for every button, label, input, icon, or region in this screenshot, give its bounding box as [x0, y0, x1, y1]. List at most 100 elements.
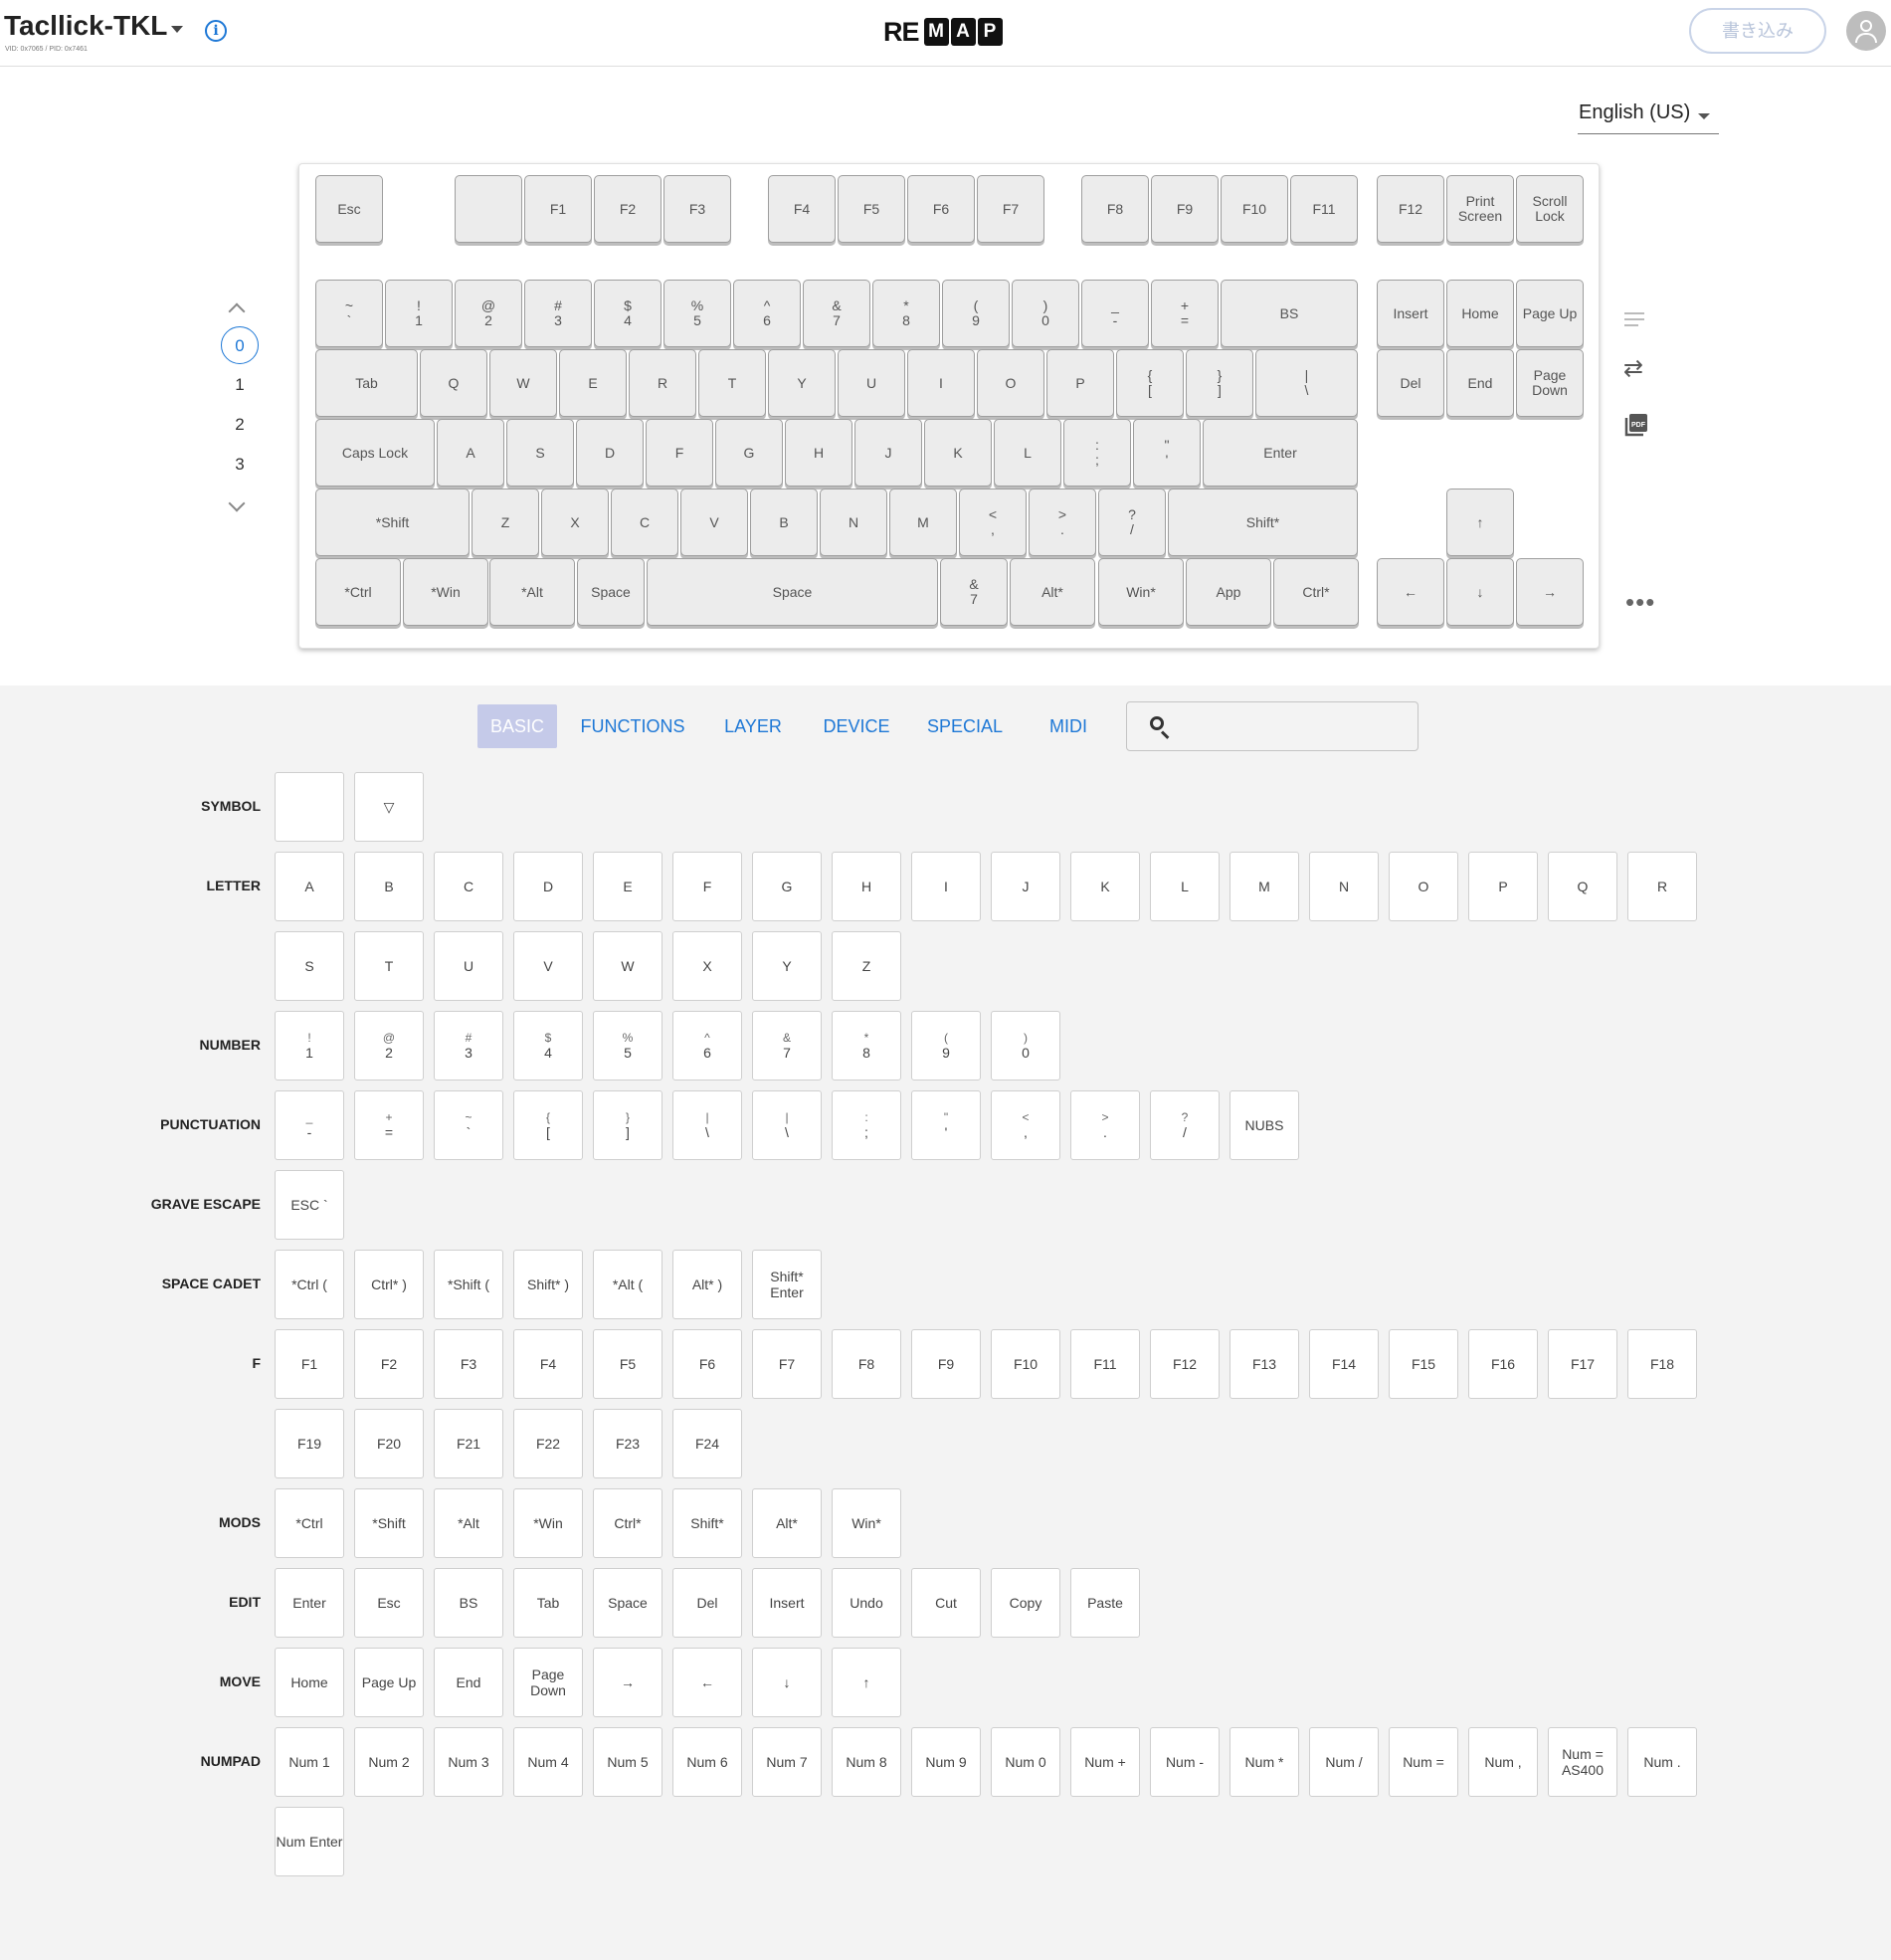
palette-key[interactable]: Num = — [1389, 1727, 1458, 1797]
palette-key[interactable]: P — [1468, 852, 1538, 921]
keyboard-key[interactable]: → — [1516, 558, 1584, 626]
palette-key[interactable]: | \ — [672, 1090, 742, 1160]
palette-key[interactable]: Alt* ) — [672, 1250, 742, 1319]
keyboard-key[interactable]: ↑ — [1446, 489, 1514, 556]
keyboard-key[interactable]: Space — [647, 558, 938, 626]
palette-key[interactable]: F2 — [354, 1329, 424, 1399]
keyboard-key[interactable]: ! 1 — [385, 280, 453, 347]
palette-key[interactable]: F12 — [1150, 1329, 1220, 1399]
keyboard-key[interactable]: % 5 — [663, 280, 731, 347]
palette-key[interactable]: Num 0 — [991, 1727, 1060, 1797]
info-icon[interactable]: i — [205, 20, 227, 42]
palette-key[interactable]: F21 — [434, 1409, 503, 1478]
keyboard-key[interactable]: }] — [1186, 349, 1253, 417]
keyboard-key[interactable]: *Alt — [489, 558, 575, 626]
keyboard-key[interactable]: >. — [1029, 489, 1096, 556]
keyboard-name[interactable]: Tacllick-TKL — [4, 10, 167, 42]
palette-key[interactable]: Num 1 — [275, 1727, 344, 1797]
palette-key[interactable]: ▽ — [354, 772, 424, 842]
palette-key[interactable]: Copy — [991, 1568, 1060, 1638]
keyboard-key[interactable]: J — [854, 419, 922, 487]
keyboard-key[interactable]: Q — [420, 349, 487, 417]
keyboard-key[interactable]: Insert — [1377, 280, 1444, 347]
tab-midi[interactable]: MIDI — [1039, 704, 1098, 748]
palette-key[interactable]: U — [434, 931, 503, 1001]
palette-key[interactable]: (9 — [911, 1011, 981, 1080]
keyboard-key[interactable]: X — [541, 489, 609, 556]
palette-key[interactable]: F6 — [672, 1329, 742, 1399]
palette-key[interactable]: ← — [672, 1648, 742, 1717]
palette-key[interactable]: ! 1 — [275, 1011, 344, 1080]
layer-up-icon[interactable] — [228, 302, 246, 320]
palette-key[interactable]: Num / — [1309, 1727, 1379, 1797]
palette-key[interactable]: Shift* ) — [513, 1250, 583, 1319]
palette-key[interactable]: ~ ` — [434, 1090, 503, 1160]
palette-key[interactable]: | \ — [752, 1090, 822, 1160]
keyboard-key[interactable]: Win* — [1098, 558, 1184, 626]
palette-key[interactable]: V — [513, 931, 583, 1001]
palette-key[interactable]: *Shift ( — [434, 1250, 503, 1319]
palette-key[interactable]: Enter — [275, 1568, 344, 1638]
keyboard-key[interactable]: F2 — [594, 175, 662, 243]
palette-key[interactable]: F23 — [593, 1409, 662, 1478]
keyboard-key[interactable]: ? / — [1098, 489, 1166, 556]
pdf-icon[interactable]: PDF — [1623, 412, 1653, 438]
keyboard-key[interactable]: Page Down — [1516, 349, 1584, 417]
layer-down-icon[interactable] — [228, 494, 246, 512]
keyboard-key[interactable]: + = — [1151, 280, 1219, 347]
palette-key[interactable]: O — [1389, 852, 1458, 921]
keyboard-key[interactable]: & 7 — [803, 280, 870, 347]
keyboard-key[interactable]: *Shift — [315, 489, 470, 556]
palette-key[interactable]: F24 — [672, 1409, 742, 1478]
palette-key[interactable]: R — [1627, 852, 1697, 921]
palette-key[interactable]: Esc — [354, 1568, 424, 1638]
palette-key[interactable]: Z — [832, 931, 901, 1001]
palette-key[interactable]: % 5 — [593, 1011, 662, 1080]
keyboard-key[interactable]: Home — [1446, 280, 1514, 347]
palette-key[interactable]: N — [1309, 852, 1379, 921]
keyboard-key[interactable]: F4 — [768, 175, 836, 243]
keyboard-key[interactable]: ) 0 — [1012, 280, 1079, 347]
palette-key[interactable]: Num . — [1627, 1727, 1697, 1797]
keyboard-key[interactable]: Z — [472, 489, 539, 556]
keyboard-key[interactable]: R — [629, 349, 696, 417]
palette-key[interactable]: *Shift — [354, 1488, 424, 1558]
keyboard-key[interactable]: * 8 — [872, 280, 940, 347]
palette-key[interactable]: Num + — [1070, 1727, 1140, 1797]
palette-key[interactable]: Q — [1548, 852, 1617, 921]
keyboard-key[interactable]: O — [977, 349, 1044, 417]
palette-key[interactable]: NUBS — [1229, 1090, 1299, 1160]
keyboard-key[interactable]: (9 — [942, 280, 1010, 347]
keyboard-key[interactable]: Del — [1377, 349, 1444, 417]
keyboard-key[interactable]: G — [715, 419, 783, 487]
palette-key[interactable]: Num - — [1150, 1727, 1220, 1797]
keyboard-key[interactable]: @2 — [455, 280, 522, 347]
palette-key[interactable]: F7 — [752, 1329, 822, 1399]
palette-key[interactable]: Page Up — [354, 1648, 424, 1717]
keyboard-key[interactable]: <, — [959, 489, 1027, 556]
keyboard-key[interactable]: $4 — [594, 280, 662, 347]
keyboard-key[interactable]: Y — [768, 349, 836, 417]
palette-key[interactable]: *Ctrl ( — [275, 1250, 344, 1319]
keyboard-key[interactable]: C — [611, 489, 678, 556]
keyboard-key[interactable]: V — [680, 489, 748, 556]
search-field[interactable] — [1126, 701, 1418, 751]
palette-key[interactable]: Num 6 — [672, 1727, 742, 1797]
keyboard-key[interactable]: End — [1446, 349, 1514, 417]
palette-key[interactable]: W — [593, 931, 662, 1001]
keyboard-key[interactable]: | \ — [1255, 349, 1358, 417]
keyboard-key[interactable]: *Ctrl — [315, 558, 401, 626]
language-select[interactable]: English (US) — [1578, 99, 1719, 134]
palette-key[interactable]: Insert — [752, 1568, 822, 1638]
palette-key[interactable]: F16 — [1468, 1329, 1538, 1399]
keyboard-key[interactable]: A — [437, 419, 504, 487]
palette-key[interactable]: B — [354, 852, 424, 921]
keyboard-key[interactable]: Print Screen — [1446, 175, 1514, 243]
palette-key[interactable]: F8 — [832, 1329, 901, 1399]
palette-key[interactable]: A — [275, 852, 344, 921]
keyboard-key[interactable]: P — [1046, 349, 1114, 417]
palette-key[interactable]: *Alt — [434, 1488, 503, 1558]
keyboard-key[interactable]: Ctrl* — [1273, 558, 1359, 626]
tab-layer[interactable]: LAYER — [716, 704, 790, 748]
keyboard-key[interactable]: F9 — [1151, 175, 1219, 243]
